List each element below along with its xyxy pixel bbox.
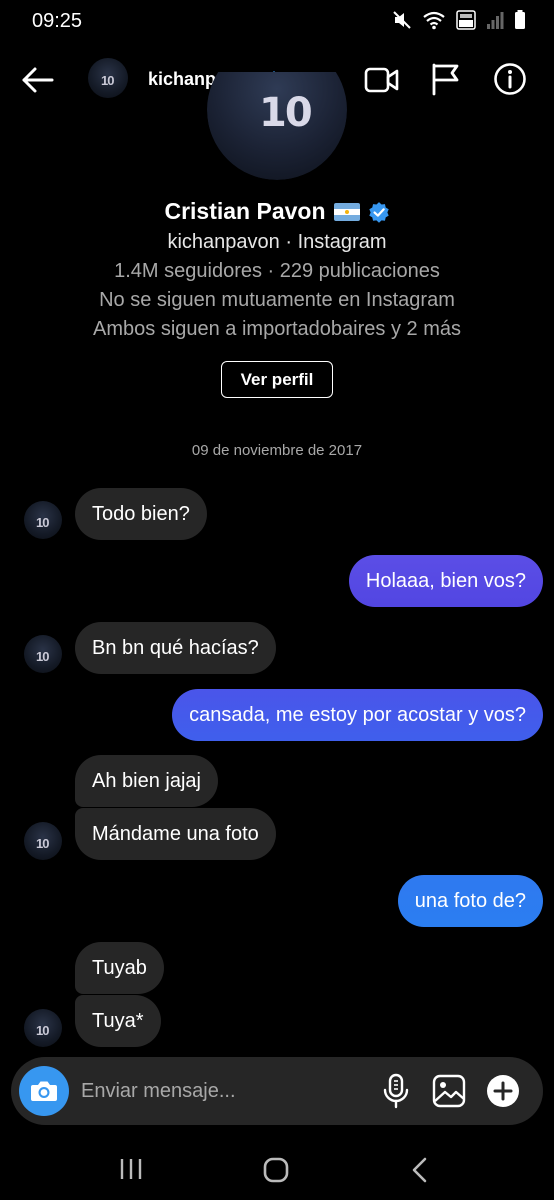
volte-4g-icon <box>456 10 476 30</box>
status-time: 09:25 <box>32 10 83 32</box>
message-outgoing[interactable]: cansada, me estoy por acostar y vos? <box>172 689 543 741</box>
mute-icon <box>393 11 411 29</box>
flag-icon[interactable] <box>430 62 462 96</box>
status-bar: 09:25 <box>0 0 554 42</box>
profile-display-name: Cristian Pavon <box>0 198 554 225</box>
gallery-icon[interactable] <box>432 1074 466 1108</box>
microphone-icon[interactable] <box>381 1073 411 1109</box>
message-outgoing[interactable]: una foto de? <box>397 875 543 927</box>
recent-apps-icon[interactable] <box>118 1157 146 1181</box>
camera-button[interactable] <box>19 1066 69 1116</box>
wifi-icon <box>423 11 445 30</box>
signal-icon <box>487 12 504 29</box>
header-avatar[interactable]: 10 <box>88 58 128 98</box>
video-call-icon[interactable] <box>364 64 400 96</box>
sender-avatar[interactable]: 10 <box>24 822 62 860</box>
camera-icon <box>31 1081 57 1101</box>
status-icons <box>392 10 526 30</box>
profile-follow-status: No se siguen mutuamente en Instagram <box>99 289 455 311</box>
message-incoming[interactable]: Tuyab <box>75 942 164 994</box>
back-arrow-icon[interactable] <box>20 62 56 98</box>
sender-avatar[interactable]: 10 <box>24 501 62 539</box>
info-icon[interactable] <box>493 62 527 96</box>
verified-badge-icon <box>368 201 389 223</box>
battery-icon <box>515 10 525 29</box>
home-icon[interactable] <box>262 1156 290 1184</box>
system-navigation-bar <box>0 1140 554 1200</box>
message-incoming[interactable]: Mándame una foto <box>75 808 276 860</box>
profile-handle-line: kichanpavon · Instagram <box>167 231 387 253</box>
message-incoming[interactable]: Ah bien jajaj <box>75 755 218 807</box>
view-profile-button[interactable]: Ver perfil <box>221 361 333 398</box>
message-incoming[interactable]: Bn bn qué hacías? <box>75 622 276 674</box>
message-incoming[interactable]: Tuya* <box>75 995 161 1047</box>
profile-stats-line: 1.4M seguidores · 229 publicaciones <box>114 260 440 282</box>
profile-jersey-number: 10 <box>259 90 313 136</box>
profile-display-name-text: Cristian Pavon <box>164 198 326 224</box>
profile-photo[interactable]: 10 <box>207 72 347 180</box>
message-incoming[interactable]: Todo bien? <box>75 488 207 540</box>
avatar-jersey-number: 10 <box>101 73 115 88</box>
conversation-date: 09 de noviembre de 2017 <box>191 442 363 459</box>
message-outgoing[interactable]: Holaaa, bien vos? <box>348 555 543 607</box>
sender-avatar[interactable]: 10 <box>24 1009 62 1047</box>
argentina-flag-icon <box>333 202 360 221</box>
message-composer <box>11 1057 543 1125</box>
plus-icon[interactable] <box>486 1074 520 1108</box>
sender-avatar[interactable]: 10 <box>24 635 62 673</box>
profile-photo-image: 10 <box>207 72 347 180</box>
message-input[interactable] <box>81 1075 361 1107</box>
profile-mutual-follows: Ambos siguen a importadobaires y 2 más <box>93 318 461 340</box>
nav-back-icon[interactable] <box>410 1156 430 1184</box>
